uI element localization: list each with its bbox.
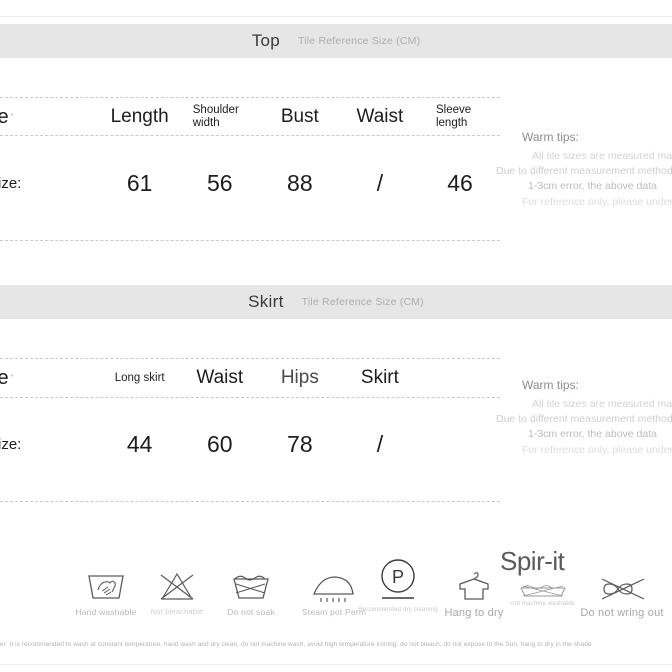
- value-cell-length: 61: [100, 170, 180, 197]
- header-cell-hips: Hips: [260, 367, 340, 389]
- header-cell-long-skirt: Long skirt: [100, 372, 180, 384]
- care-label: Hand washable: [75, 607, 137, 617]
- table-rule: [0, 358, 500, 359]
- care-item-hang-to-dry: Hang to dry: [440, 558, 508, 619]
- value-cell-hips: 78: [260, 431, 340, 458]
- value: 60: [206, 430, 233, 457]
- dry-clean-p-icon: P: [355, 552, 441, 604]
- header-cell-size: ize ': [0, 106, 100, 129]
- care-item-dry-cleaning: P Recommended dry cleaning: [355, 552, 441, 613]
- value: 44: [126, 430, 153, 457]
- bottom-divider: [0, 664, 672, 665]
- do-not-soak-icon: [217, 558, 285, 604]
- header-cell-skirt: Skirt: [340, 367, 420, 389]
- care-label: Do not wring out: [580, 607, 664, 619]
- no-bleach-icon: [143, 558, 211, 604]
- value: /: [376, 430, 384, 457]
- warm-tips-line: All tile sizes are measured man: [532, 398, 672, 410]
- row-label-cell: e size:: [0, 436, 100, 453]
- value-cell-waist: 60: [180, 431, 260, 458]
- value: 88: [287, 169, 313, 196]
- washing-note: er: It is recommended to wash at constan…: [0, 641, 592, 648]
- care-label: Hang to dry: [444, 607, 504, 619]
- row-label-cell: e size:: [0, 175, 100, 192]
- value: 78: [287, 430, 313, 457]
- header-label: Long skirt: [114, 372, 165, 384]
- header-size-label: ize: [0, 105, 10, 128]
- table-rule: [0, 501, 500, 502]
- header-label: Sleeve length: [435, 104, 472, 129]
- header-cell-waist: Waist: [340, 106, 420, 128]
- value: 61: [126, 169, 153, 196]
- warm-tips-line: 1-3cm error, the above data: [528, 428, 657, 441]
- care-label: Recommended dry cleaning: [358, 607, 438, 613]
- warm-tips-skirt: Warm tips: All tile sizes are measured m…: [496, 378, 672, 458]
- svg-text:P: P: [392, 567, 404, 587]
- care-item-do-not-soak: Do not soak: [217, 558, 285, 617]
- header-cell-bust: Bust: [260, 106, 340, 128]
- value-cell-shoulder-width: 56: [180, 170, 260, 197]
- section-title-skirt: Skirt: [248, 292, 284, 311]
- value-cell-long-skirt: 44: [100, 431, 180, 458]
- table-rule: [0, 135, 500, 136]
- value: /: [376, 169, 384, 196]
- section-subtitle-top: Tile Reference Size (CM): [298, 35, 421, 47]
- warm-tips-title: Warm tips:: [522, 130, 579, 144]
- header-cell-waist: Waist: [180, 367, 260, 389]
- header-label: Hips: [280, 367, 319, 388]
- header-size-tick: ': [11, 373, 13, 383]
- warm-tips-line: Due to different measurement methods, th…: [496, 413, 672, 426]
- table-header-row: ize ' Long skirt Waist Hips Skirt: [0, 362, 500, 394]
- value-cell-skirt: /: [340, 431, 420, 458]
- header-label: Skirt: [360, 367, 399, 388]
- header-cell-sleeve-length: Sleeve length: [420, 104, 500, 130]
- care-item-not-bleachable: Not bleachable: [143, 558, 211, 616]
- header-cell-length: Length: [100, 106, 180, 128]
- warm-tips-line: 1-3cm error, the above data: [528, 180, 657, 193]
- care-item-hand-washable: Hand washable: [72, 558, 140, 617]
- table-data-row: e size: 44 60 78 /: [0, 429, 500, 459]
- section-header-top: Top Tile Reference Size (CM): [0, 24, 672, 58]
- do-not-wring-icon: [575, 558, 669, 604]
- hang-to-dry-icon: [440, 558, 508, 604]
- header-label: Bust: [280, 106, 319, 127]
- value-cell-sleeve-length: 46: [420, 170, 500, 197]
- top-divider: [0, 16, 672, 17]
- table-rule: [0, 97, 500, 98]
- section-title-top: Top: [251, 31, 281, 50]
- section-header-skirt: Skirt Tile Reference Size (CM): [0, 285, 672, 319]
- care-label: Do not soak: [227, 607, 275, 617]
- header-label: Shoulder width: [192, 104, 239, 129]
- warm-tips-line: For reference only, please understan: [522, 443, 672, 456]
- warm-tips-line: For reference only, please understan: [522, 195, 672, 208]
- table-header-row: ize ' Length Shoulder width Bust Waist S…: [0, 100, 500, 134]
- table-rule: [0, 397, 500, 398]
- care-label: not machine washable: [511, 601, 575, 607]
- header-label: Waist: [196, 367, 244, 388]
- spirit-watermark: Spir-it: [500, 546, 565, 576]
- value-cell-waist: /: [340, 170, 420, 197]
- warm-tips-line: Due to different measurement methods, th…: [496, 165, 672, 178]
- care-label: Not bleachable: [150, 607, 204, 616]
- table-rule: [0, 240, 500, 241]
- size-chart-page: Top Tile Reference Size (CM) ize ' Lengt…: [0, 0, 672, 672]
- value: 46: [447, 169, 473, 196]
- header-size-tick: ': [11, 112, 13, 122]
- value-cell-bust: 88: [260, 170, 340, 197]
- row-label: e size:: [0, 435, 22, 453]
- header-cell-size: ize ': [0, 367, 100, 390]
- warm-tips-top: Warm tips: All tile sizes are measured m…: [496, 130, 672, 210]
- care-item-do-not-wring: Do not wring out: [575, 558, 669, 619]
- header-size-label: ize: [0, 366, 10, 389]
- warm-tips-title: Warm tips:: [522, 378, 579, 392]
- value: 56: [206, 169, 233, 196]
- table-data-row: e size: 61 56 88 / 46: [0, 168, 500, 198]
- header-cell-shoulder-width: Shoulder width: [180, 104, 260, 130]
- section-subtitle-skirt: Tile Reference Size (CM): [301, 296, 424, 308]
- header-label: Waist: [356, 106, 404, 127]
- warm-tips-line: All tile sizes are measured man: [532, 150, 672, 162]
- row-label: e size:: [0, 174, 22, 192]
- hand-wash-icon: [72, 558, 140, 604]
- header-label: Length: [110, 106, 169, 127]
